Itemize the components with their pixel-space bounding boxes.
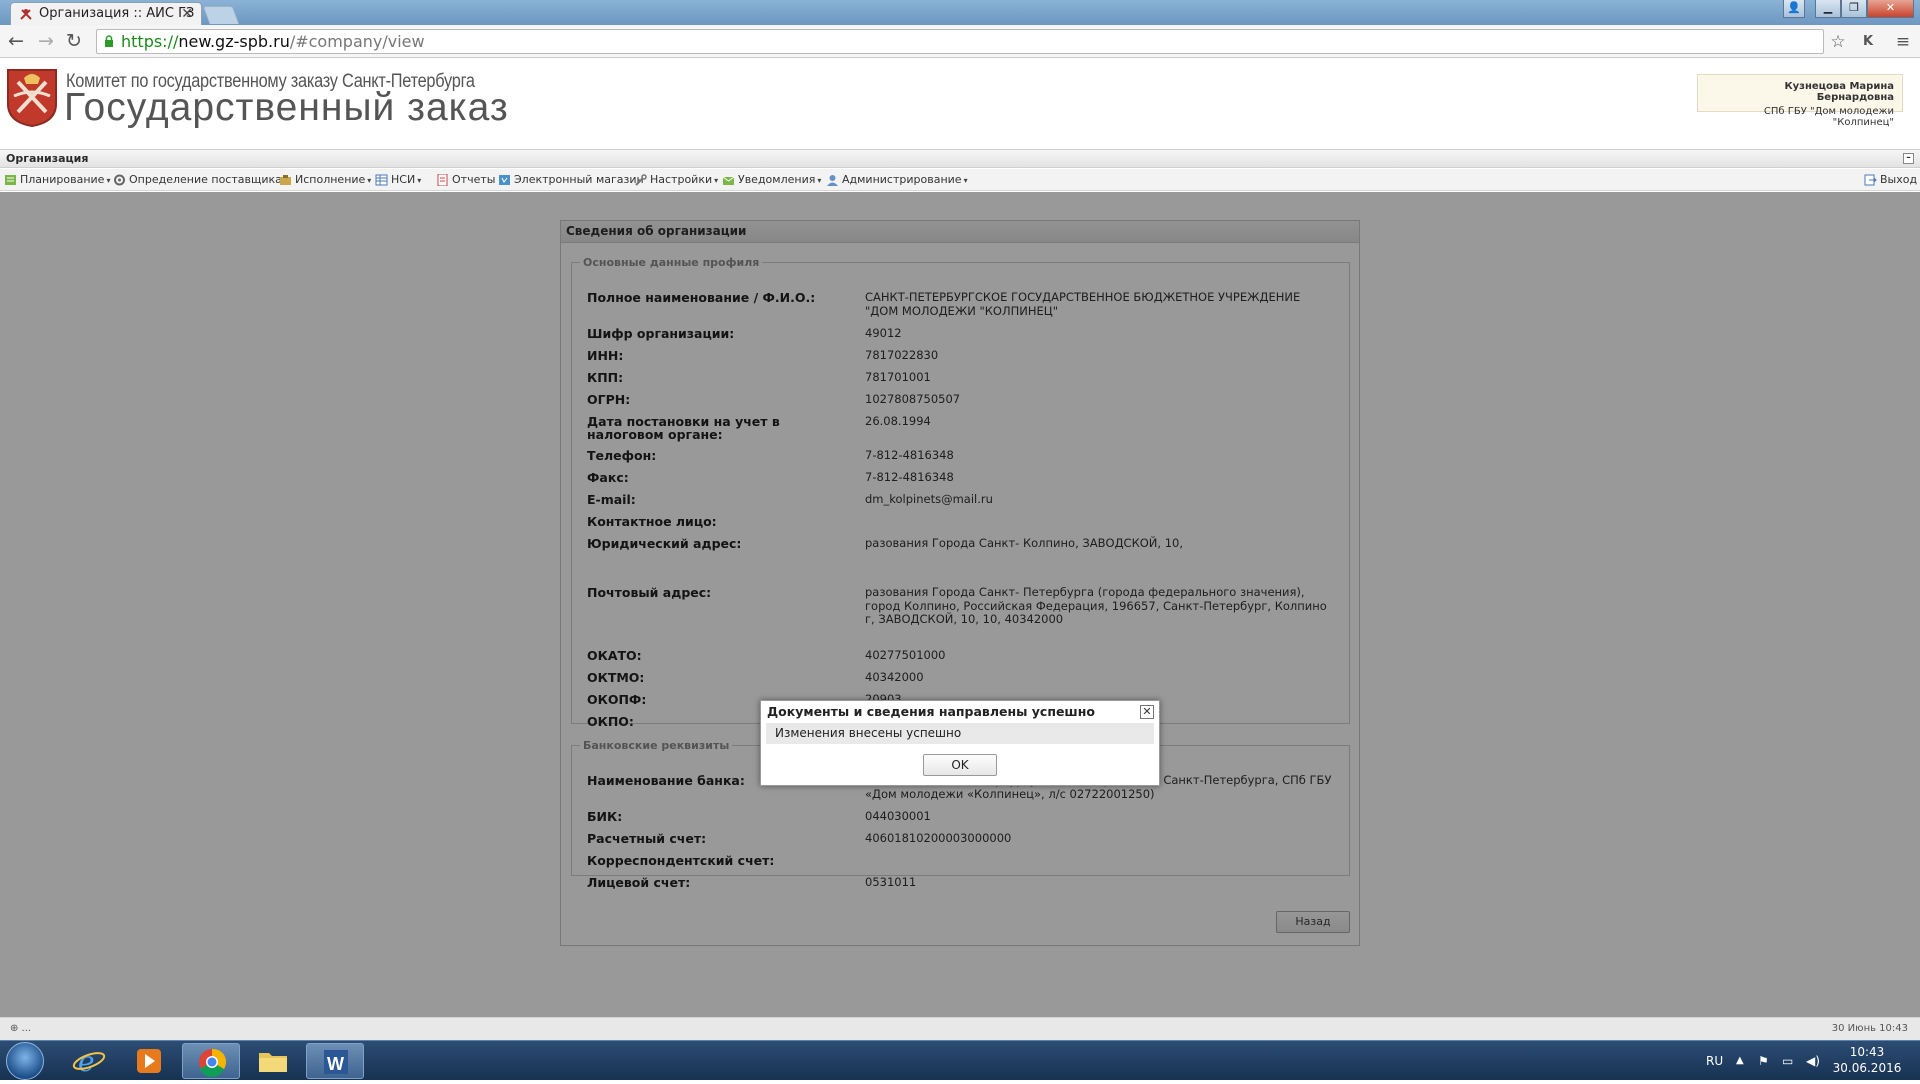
tab-close-icon[interactable]: ✕ [181,3,193,25]
windows-taskbar: e W RU ▲ ⚑ ▭ ◀) 10:43 30.06.2016 [0,1040,1920,1080]
menu-notifications[interactable]: Уведомления ▾ [722,169,821,191]
user-organization: СПб ГБУ "Дом молодежи "Колпинец" [1763,106,1894,128]
taskbar-media-player[interactable] [120,1043,178,1079]
lock-icon [105,35,113,47]
forward-arrow-icon[interactable]: → [34,30,58,54]
dialog-message: Изменения внесены успешно [766,723,1154,744]
site-title: Государственный заказ [64,86,509,129]
clock-time: 10:43 [1849,1045,1885,1059]
section-title: Организация [6,152,89,165]
status-left: ⊕ ... [10,1023,32,1034]
user-info-box[interactable]: Кузнецова Марина Бернардовна СПб ГБУ "До… [1697,74,1903,128]
taskbar-ie[interactable]: e [60,1043,118,1079]
chrome-icon [199,1048,227,1077]
taskbar-clock[interactable]: 10:43 30.06.2016 [1826,1044,1908,1076]
menu-reference-data[interactable]: НСИ ▾ [375,169,421,191]
ie-icon: e [72,1045,106,1078]
notifications-icon [722,176,735,185]
settings-icon [635,174,647,186]
user-profile-button[interactable]: 👤 [1783,0,1805,18]
logout-icon [1864,174,1877,186]
reference-data-icon [375,174,388,186]
menu-administration[interactable]: Администрирование ▾ [826,169,968,191]
status-datetime: 30 Июнь 10:43 [1831,1023,1908,1034]
spb-crest-logo [7,69,57,128]
url-scheme: https:// [121,32,179,51]
url-path: /#company/view [289,32,425,51]
menu-execution[interactable]: Исполнение ▾ [279,169,371,191]
shop-icon [499,175,510,185]
admin-icon [827,175,838,186]
menu-supplier-selection[interactable]: Определение поставщика▾ [113,169,288,191]
planning-icon [5,175,16,185]
restore-button[interactable]: ❐ [1841,0,1867,18]
browser-toolbar: ← → ↻ https://new.gz-spb.ru/#company/vie… [0,25,1920,58]
new-tab-button[interactable] [202,6,240,24]
taskbar-word[interactable]: W [306,1043,364,1079]
network-icon[interactable]: ▭ [1782,1041,1793,1081]
main-menu: Планирование▾ Определение поставщика▾ Ис… [0,169,1920,191]
extension-icon[interactable]: K [1857,31,1879,53]
reports-icon [437,174,448,186]
collapse-icon[interactable]: – [1903,153,1914,164]
dialog-close-icon[interactable]: ✕ [1140,705,1154,719]
menu-planning[interactable]: Планирование ▾ [4,169,110,191]
clock-date: 30.06.2016 [1832,1061,1902,1075]
menu-settings[interactable]: Настройки ▾ [634,169,718,191]
success-dialog: Документы и сведения направлены успешно … [760,700,1160,786]
logout-link[interactable]: Выход [1864,169,1917,191]
start-button[interactable] [6,1042,44,1080]
status-bar: ⊕ ... 30 Июнь 10:43 [0,1017,1920,1040]
gz-favicon-icon [20,9,32,20]
menu-e-shop[interactable]: Электронный магазин [498,169,644,191]
execution-icon [280,175,291,185]
reload-icon[interactable]: ↻ [62,30,86,54]
bookmark-star-icon[interactable]: ☆ [1827,31,1849,53]
url-host: new.gz-spb.ru [178,32,290,51]
dialog-title: Документы и сведения направлены успешно [767,704,1095,719]
folder-icon [259,1053,287,1072]
modal-overlay [0,192,1920,1017]
tray-expand-icon[interactable]: ▲ [1736,1041,1744,1081]
supplier-icon [114,174,125,186]
browser-titlebar: Организация :: АИС ГЗ ✕ 👤 ▁ ❐ ✕ [0,0,1920,25]
media-player-icon [137,1049,161,1073]
volume-icon[interactable]: ◀) [1806,1041,1820,1081]
taskbar-explorer[interactable] [244,1043,302,1079]
menu-reports[interactable]: Отчеты [436,169,495,191]
page-body: Сведения об организации Основные данные … [0,192,1920,1017]
browser-tab[interactable]: Организация :: АИС ГЗ ✕ [10,2,202,25]
action-center-flag-icon[interactable]: ⚑ [1758,1041,1769,1081]
svg-text:W: W [327,1054,344,1074]
section-header: Организация – [0,149,1920,168]
taskbar-chrome[interactable] [182,1043,240,1079]
site-header: Комитет по государственному заказу Санкт… [0,59,1920,149]
keyboard-language[interactable]: RU [1706,1041,1723,1081]
user-name: Кузнецова Марина Бернардовна [1784,81,1894,103]
minimize-button[interactable]: ▁ [1815,0,1841,18]
tab-title: Организация :: АИС ГЗ [39,6,195,21]
back-arrow-icon[interactable]: ← [4,30,28,54]
close-window-button[interactable]: ✕ [1867,0,1914,18]
word-icon: W [324,1050,348,1074]
svg-text:e: e [78,1045,95,1078]
address-bar[interactable]: https://new.gz-spb.ru/#company/view [96,29,1824,54]
menu-icon[interactable]: ≡ [1892,31,1914,53]
dialog-ok-button[interactable]: OK [923,754,997,776]
